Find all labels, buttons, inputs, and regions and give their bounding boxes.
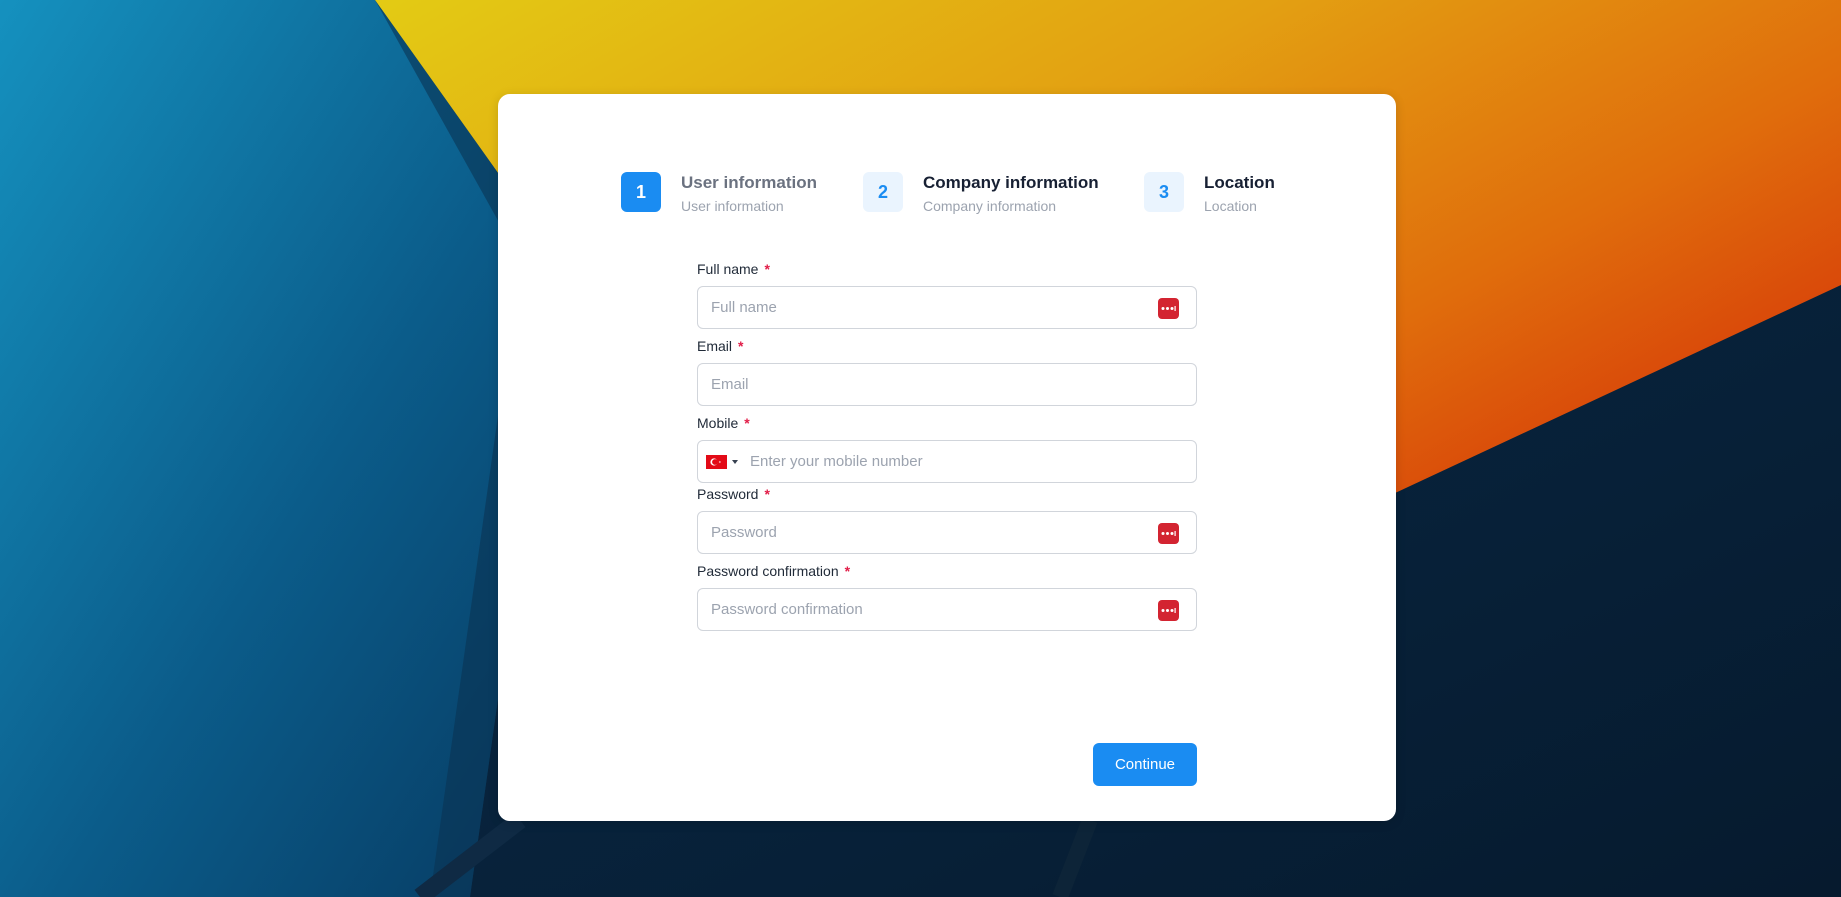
password-manager-icon[interactable] xyxy=(1158,298,1179,319)
step-2-title: Company information xyxy=(923,173,1099,192)
password-confirmation-group: Password confirmation * xyxy=(697,562,1197,631)
password-label: Password * xyxy=(697,486,770,502)
required-mark: * xyxy=(844,563,851,579)
stepper: 1 User information User information 2 Co… xyxy=(621,172,1281,222)
step-2-number: 2 xyxy=(863,172,903,212)
step-3-subtitle: Location xyxy=(1204,198,1257,214)
full-name-label: Full name * xyxy=(697,261,770,277)
step-2[interactable]: 2 Company information Company informatio… xyxy=(863,172,1099,216)
step-1[interactable]: 1 User information User information xyxy=(621,172,817,216)
password-confirmation-field[interactable] xyxy=(697,588,1197,631)
password-group: Password * xyxy=(697,485,1197,554)
turkey-flag-icon[interactable] xyxy=(706,455,727,469)
step-1-title: User information xyxy=(681,173,818,192)
email-field[interactable] xyxy=(697,363,1197,406)
password-input[interactable] xyxy=(711,512,1151,553)
required-mark: * xyxy=(764,261,770,277)
continue-button[interactable]: Continue xyxy=(1093,743,1197,786)
full-name-input[interactable] xyxy=(711,287,1151,328)
country-caret-icon[interactable] xyxy=(732,460,738,464)
required-mark: * xyxy=(738,338,744,354)
step-2-subtitle: Company information xyxy=(923,198,1057,214)
full-name-field[interactable] xyxy=(697,286,1197,329)
full-name-group: Full name * xyxy=(697,260,1197,329)
step-3-title: Location xyxy=(1204,173,1275,192)
step-1-subtitle: User information xyxy=(681,198,784,214)
password-field[interactable] xyxy=(697,511,1197,554)
mobile-label: Mobile * xyxy=(697,415,750,431)
step-3-number: 3 xyxy=(1144,172,1184,212)
password-manager-icon[interactable] xyxy=(1158,523,1179,544)
signup-card: 1 User information User information 2 Co… xyxy=(498,94,1396,821)
mobile-field[interactable] xyxy=(697,440,1197,483)
email-group: Email * xyxy=(697,337,1197,406)
required-mark: * xyxy=(764,486,770,502)
step-3[interactable]: 3 Location Location xyxy=(1144,172,1275,216)
password-confirmation-label: Password confirmation * xyxy=(697,563,851,579)
email-label: Email * xyxy=(697,338,744,354)
required-mark: * xyxy=(744,415,750,431)
step-1-number: 1 xyxy=(621,172,661,212)
mobile-input[interactable] xyxy=(750,441,1180,482)
password-confirmation-input[interactable] xyxy=(711,589,1151,630)
email-input[interactable] xyxy=(711,364,1151,405)
password-manager-icon[interactable] xyxy=(1158,600,1179,621)
mobile-group: Mobile * xyxy=(697,414,1197,483)
